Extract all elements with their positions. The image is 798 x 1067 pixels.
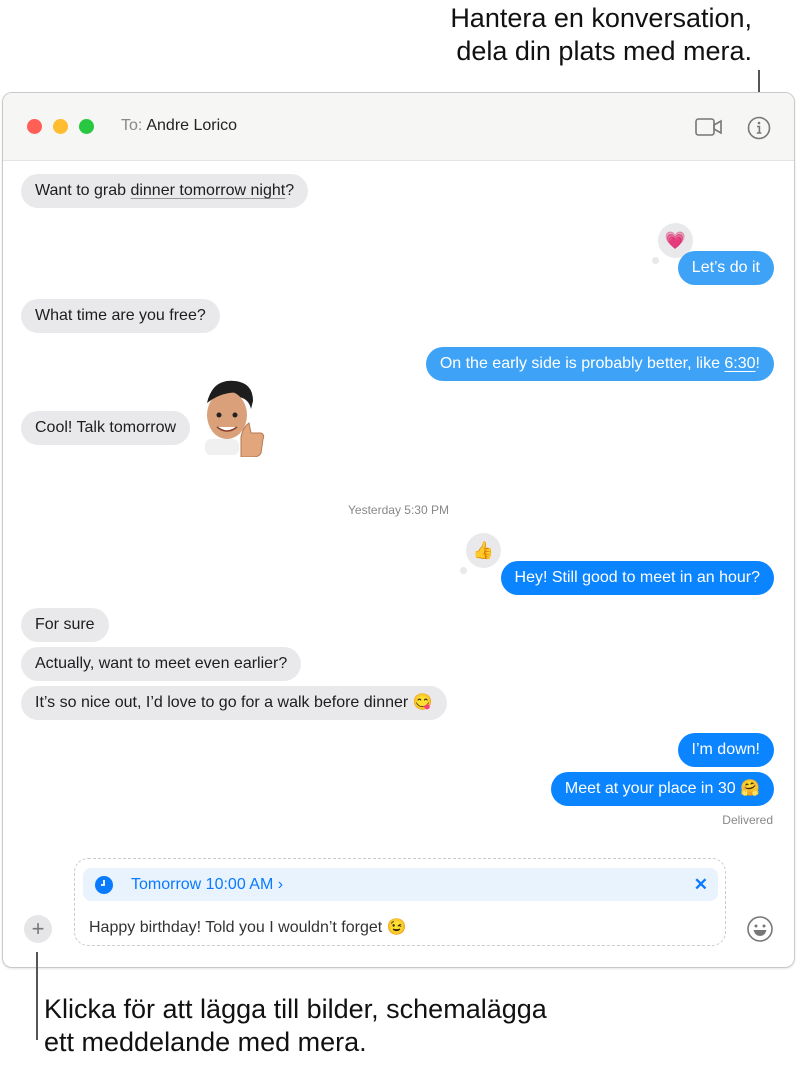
callout-bottom: Klicka för att lägga till bilder, schema… — [44, 993, 547, 1059]
message-bubble[interactable]: Let’s do it — [677, 251, 774, 285]
scheduled-send-bar[interactable]: Tomorrow 10:00 AM › ✕ — [83, 868, 718, 901]
message-bubble[interactable]: I’m down! — [677, 733, 774, 767]
message-bubble[interactable]: For sure — [21, 608, 109, 642]
schedule-time[interactable]: Tomorrow 10:00 AM › — [131, 868, 283, 901]
message-bubble[interactable]: Meet at your place in 30 🤗 — [550, 772, 774, 806]
data-detector-link[interactable]: 6:30 — [724, 355, 755, 372]
message-bubble[interactable]: It’s so nice out, I’d love to go for a w… — [21, 686, 447, 720]
callout-line: Hantera en konversation, — [450, 3, 752, 33]
video-camera-icon[interactable] — [695, 117, 723, 137]
emoji-icon[interactable] — [746, 915, 774, 943]
schedule-label: Tomorrow 10:00 AM — [131, 876, 274, 893]
info-icon[interactable] — [747, 116, 771, 140]
recipient-field[interactable]: To: Andre Lorico — [121, 117, 237, 135]
to-label: To: — [121, 117, 143, 134]
add-button[interactable]: + — [24, 915, 52, 943]
message-bubble[interactable]: On the early side is probably better, li… — [425, 347, 774, 381]
compose-area[interactable]: Tomorrow 10:00 AM › ✕ Happy birthday! To… — [74, 858, 726, 946]
message-text: On the early side is probably better, li… — [439, 355, 725, 372]
callout-top: Hantera en konversation, dela din plats … — [450, 2, 752, 68]
message-text: Want to grab — [35, 182, 131, 199]
message-bubble[interactable]: Hey! Still good to meet in an hour? — [500, 561, 774, 595]
callout-line: dela din plats med mera. — [456, 36, 752, 66]
recipient-name: Andre Lorico — [146, 117, 238, 134]
tapback-thumbs-up: 👍 — [460, 533, 501, 574]
timestamp: Yesterday 5:30 PM — [348, 503, 449, 517]
message-bubble[interactable]: Want to grab dinner tomorrow night? — [21, 174, 309, 208]
chevron-right-icon: › — [277, 876, 284, 893]
close-button[interactable] — [27, 119, 42, 134]
messages-window: To: Andre Lorico Want to grab dinner tomo… — [2, 92, 795, 968]
memoji-sticker — [205, 380, 265, 457]
clock-icon — [95, 876, 113, 894]
zoom-button[interactable] — [79, 119, 94, 134]
message-bubble[interactable]: Cool! Talk tomorrow — [21, 411, 191, 445]
message-bubble[interactable]: Actually, want to meet even earlier? — [21, 647, 302, 681]
plus-icon: + — [31, 916, 45, 941]
message-text: ? — [285, 182, 295, 199]
data-detector-link[interactable]: dinner tomorrow night — [130, 182, 285, 199]
title-bar: To: Andre Lorico — [3, 93, 794, 161]
callout-line: Klicka för att lägga till bilder, schema… — [44, 994, 547, 1024]
delivery-status: Delivered — [722, 813, 773, 827]
message-text: ! — [755, 355, 760, 372]
close-icon[interactable]: ✕ — [694, 868, 708, 901]
message-bubble[interactable]: What time are you free? — [21, 299, 220, 333]
callout-leader — [36, 952, 38, 1040]
message-input[interactable]: Happy birthday! Told you I wouldn’t forg… — [89, 917, 407, 937]
minimize-button[interactable] — [53, 119, 68, 134]
callout-line: ett meddelande med mera. — [44, 1027, 367, 1057]
